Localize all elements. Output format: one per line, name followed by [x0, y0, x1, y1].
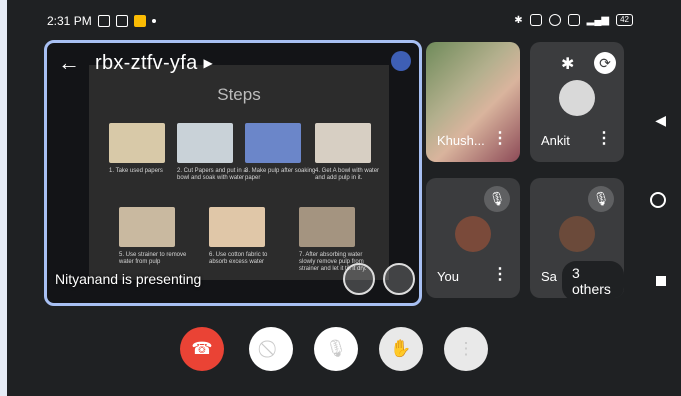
- mic-off-button[interactable]: 🎙: [314, 327, 358, 371]
- participant-name: Ankit: [541, 133, 570, 148]
- avatar: [559, 80, 595, 116]
- participant-tile-others[interactable]: 🎙 Sa 3 others: [530, 178, 624, 298]
- avatar: [559, 216, 595, 252]
- presenting-label: Nityanand is presenting: [55, 271, 202, 287]
- more-notifications-icon: [151, 19, 156, 23]
- status-bar-left: 2:31 PM: [47, 14, 156, 28]
- step-image: [209, 207, 265, 247]
- slide-step: 3. Make pulp after soaking paper: [245, 123, 317, 182]
- slide-title: Steps: [217, 85, 261, 104]
- nav-home-icon[interactable]: [650, 192, 666, 208]
- slide-step: 2. Cut Papers and put in a bowl and soak…: [177, 123, 249, 182]
- camera-off-button[interactable]: ⃠: [249, 327, 293, 371]
- nav-back-icon[interactable]: ◀: [655, 112, 666, 129]
- step-image: [119, 207, 175, 247]
- slide-step: 5. Use strainer to remove water from pul…: [119, 207, 191, 266]
- step-image: [109, 123, 165, 163]
- raise-hand-button[interactable]: ✋: [379, 327, 423, 371]
- step-text: 3. Make pulp after soaking paper: [245, 168, 316, 181]
- alarm-icon: [548, 14, 561, 26]
- switch-camera-icon[interactable]: ⟳: [594, 52, 616, 74]
- more-options-button[interactable]: ⋮: [444, 327, 488, 371]
- nav-recents-icon[interactable]: [656, 276, 666, 286]
- presenter-indicator-icon: [391, 51, 411, 71]
- bluetooth-icon: ✱: [514, 14, 523, 26]
- pin-button[interactable]: [343, 263, 375, 295]
- bluetooth-audio-icon: ✱: [561, 56, 575, 73]
- background: [0, 0, 7, 396]
- signal-icon: ▂▄▆: [586, 14, 610, 26]
- battery-icon: 42: [616, 14, 633, 26]
- step-text: 4. Get A bowl with water and add pulp in…: [315, 168, 380, 181]
- phone-screen: 2:31 PM ✱ ▂▄▆ 42 Steps 1. Take used pape…: [7, 0, 681, 396]
- fullscreen-button[interactable]: [383, 263, 415, 295]
- step-image: [177, 123, 233, 163]
- slide-step: 1. Take used papers: [109, 123, 181, 175]
- status-time: 2:31 PM: [47, 14, 92, 28]
- shared-slide: Steps 1. Take used papers 2. Cut Papers …: [89, 65, 389, 280]
- participant-tile-you[interactable]: 🎙 You ⋮: [426, 178, 520, 298]
- step-image: [245, 123, 301, 163]
- participant-name: Sa: [541, 269, 557, 284]
- others-count-label[interactable]: 3 others: [562, 261, 624, 298]
- app-icon: [133, 15, 146, 27]
- location-icon: [529, 14, 542, 26]
- step-text: 2. Cut Papers and put in a bowl and soak…: [177, 168, 247, 181]
- end-call-button[interactable]: ☎: [180, 327, 224, 371]
- meeting-header: ← rbx-ztfv-yfa ▶: [47, 43, 419, 83]
- slide-step: 6. Use cotton fabric to absorb excess wa…: [209, 207, 281, 266]
- status-bar-right: ✱ ▂▄▆ 42: [514, 14, 633, 26]
- back-arrow-icon[interactable]: ←: [51, 50, 87, 76]
- whatsapp-icon: [97, 15, 110, 27]
- step-image: [315, 123, 371, 163]
- participant-tile-ankit[interactable]: ✱ ⟳ Ankit ⋮: [530, 42, 624, 162]
- more-vert-icon[interactable]: ⋮: [492, 264, 508, 284]
- avatar: [455, 216, 491, 252]
- step-text: 1. Take used papers: [109, 168, 163, 174]
- step-text: 5. Use strainer to remove water from pul…: [119, 252, 187, 265]
- presentation-tile[interactable]: Steps 1. Take used papers 2. Cut Papers …: [44, 40, 422, 306]
- meeting-code[interactable]: rbx-ztfv-yfa: [95, 52, 198, 75]
- chevron-right-icon[interactable]: ▶: [204, 56, 213, 70]
- participant-tile-khush[interactable]: Khush... ⋮: [426, 42, 520, 162]
- participant-name: Khush...: [437, 133, 485, 148]
- mic-off-icon: 🎙: [588, 186, 614, 212]
- step-image: [299, 207, 355, 247]
- vpn-icon: [567, 14, 580, 26]
- notification-icon: [115, 15, 128, 27]
- participant-name: You: [437, 269, 459, 284]
- mic-off-icon: 🎙: [484, 186, 510, 212]
- step-text: 6. Use cotton fabric to absorb excess wa…: [209, 252, 268, 265]
- more-vert-icon[interactable]: ⋮: [492, 128, 508, 148]
- slide-step: 4. Get A bowl with water and add pulp in…: [315, 123, 387, 182]
- more-vert-icon[interactable]: ⋮: [596, 128, 612, 148]
